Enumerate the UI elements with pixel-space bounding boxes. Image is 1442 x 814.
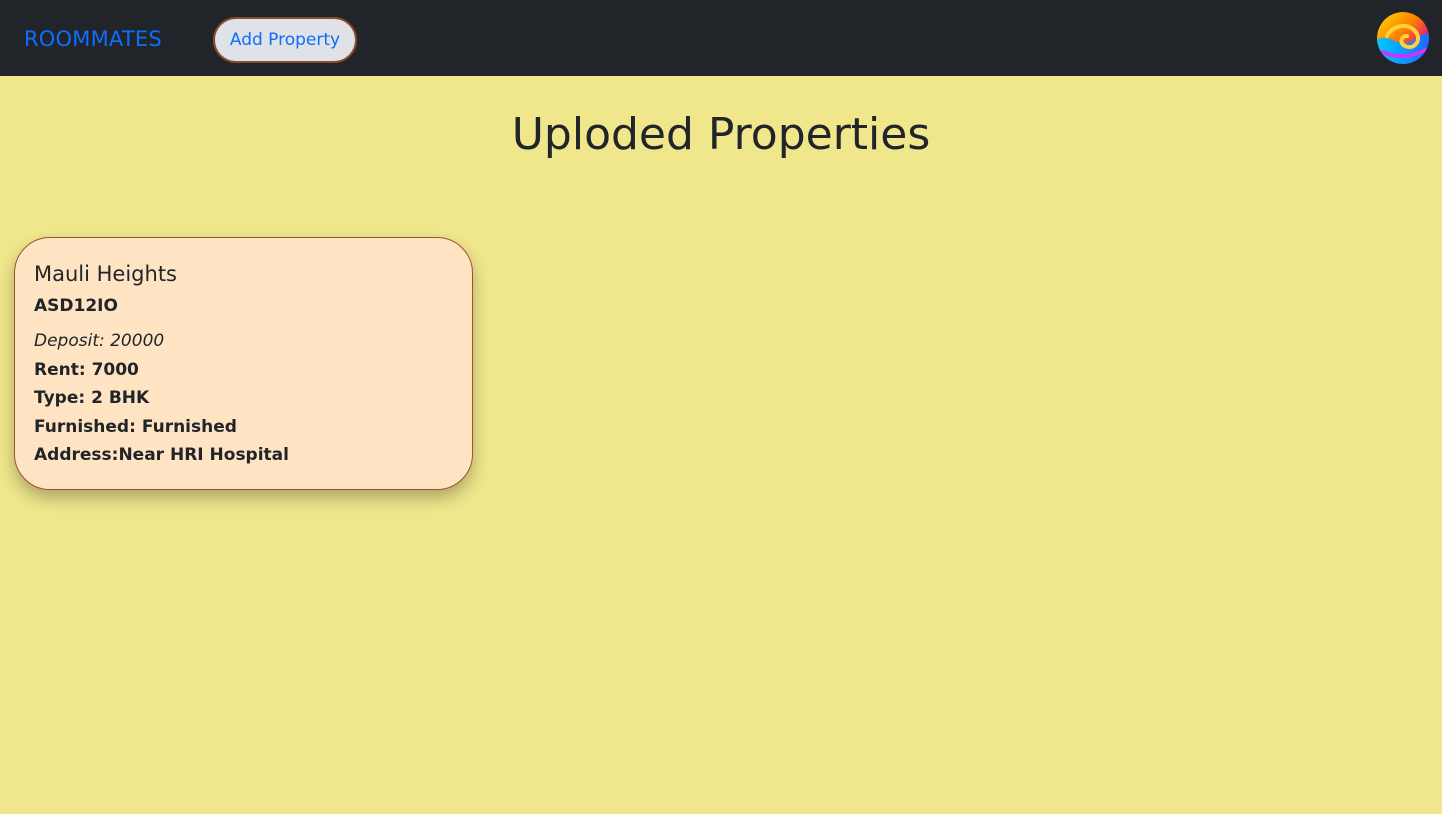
add-property-button[interactable]: Add Property xyxy=(213,17,357,63)
property-type: Type: 2 BHK xyxy=(34,388,150,408)
property-deposit: Deposit: 20000 xyxy=(34,331,165,351)
property-name: Mauli Heights xyxy=(34,262,178,286)
property-code: ASD12IO xyxy=(34,296,118,316)
profile-avatar[interactable] xyxy=(1377,12,1429,64)
page-title: Uploded Properties xyxy=(511,109,931,160)
brand-link[interactable]: ROOMMATES xyxy=(24,24,162,54)
property-card: Mauli Heights ASD12IO Deposit: 20000 Ren… xyxy=(14,237,473,490)
property-furnished: Furnished: Furnished xyxy=(34,416,237,437)
gradient-swirl-avatar-icon xyxy=(1377,12,1429,64)
top-navbar: ROOMMATES Add Property xyxy=(0,0,1442,76)
property-address: Address:Near HRI Hospital xyxy=(34,445,289,465)
property-rent: Rent: 7000 xyxy=(34,359,139,380)
